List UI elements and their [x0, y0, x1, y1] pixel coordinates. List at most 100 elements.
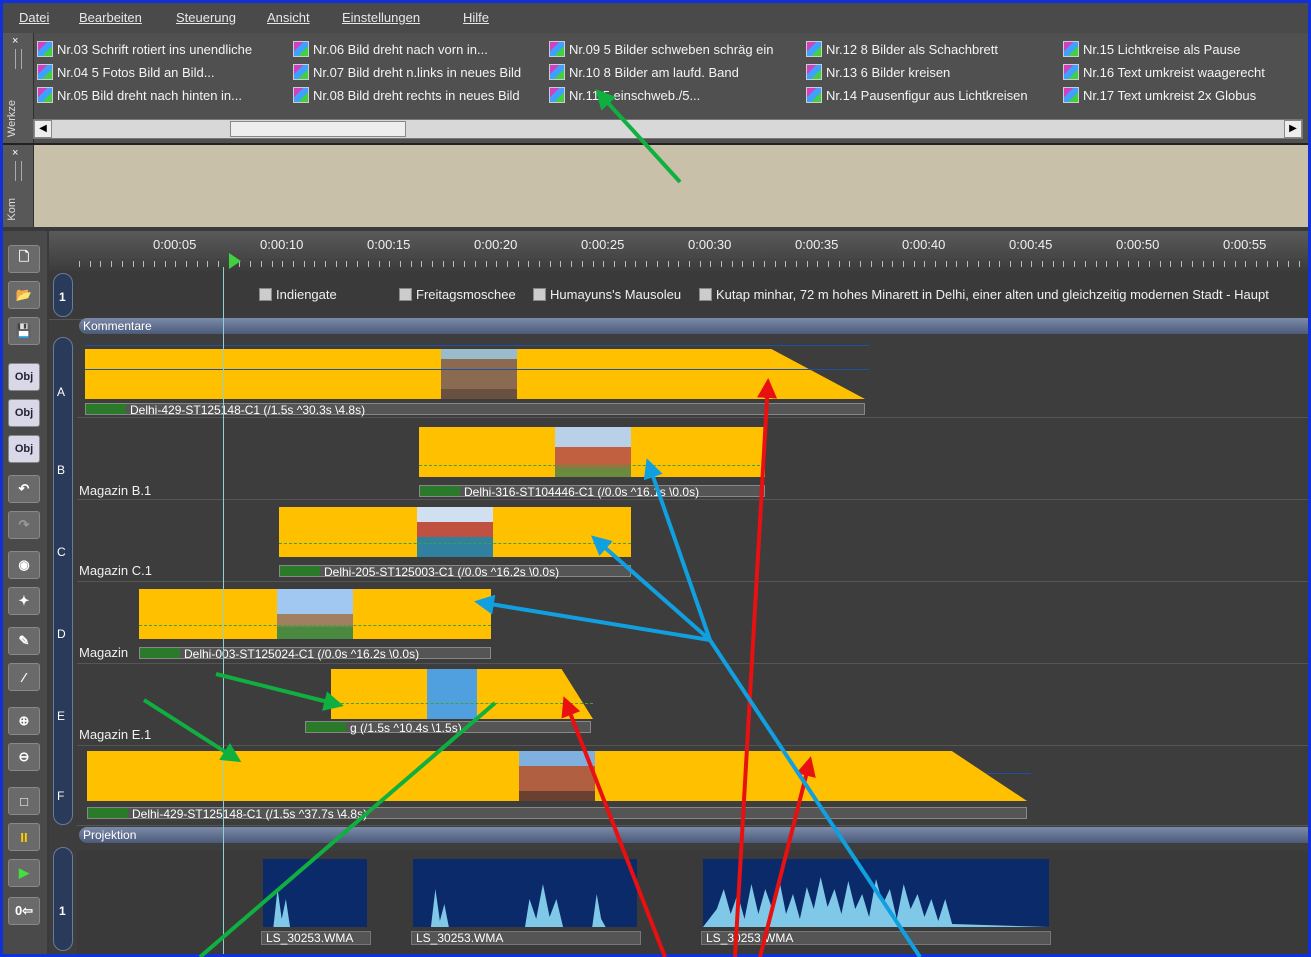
image-clip[interactable] — [139, 589, 491, 639]
clip-thumbnail — [277, 589, 353, 639]
app-window: Datei Bearbeiten Steuerung Ansicht Einst… — [0, 0, 1311, 957]
effect-icon — [806, 87, 822, 103]
object-add-button[interactable]: Obj — [8, 363, 40, 391]
comment-item[interactable]: Kutap minhar, 72 m hohes Minarett in Del… — [699, 287, 1269, 302]
zoom-out-icon[interactable]: ⊖ — [8, 743, 40, 771]
effect-item[interactable]: Nr.07 Bild dreht n.links in neues Bild — [293, 62, 521, 82]
ruler-tick — [849, 261, 850, 267]
menu-bearbeiten[interactable]: Bearbeiten — [79, 10, 142, 25]
new-file-icon[interactable]: 🗋 — [8, 245, 40, 273]
effect-icon — [1063, 87, 1079, 103]
ruler-tick — [486, 261, 487, 267]
ruler-tick — [411, 261, 412, 267]
audio-clip-name[interactable]: LS_30253.WMA — [261, 931, 371, 945]
frame-icon[interactable]: □ — [8, 787, 40, 815]
audio-waveform[interactable] — [413, 859, 637, 927]
menu-ansicht[interactable]: Ansicht — [267, 10, 310, 25]
drag-handle[interactable] — [15, 49, 22, 69]
comment-item[interactable]: Indiengate — [259, 287, 337, 302]
effect-item[interactable]: Nr.16 Text umkreist waagerecht — [1063, 62, 1265, 82]
effect-item[interactable]: Nr.11 5 einschweb./5... — [549, 85, 700, 105]
ruler-tick — [325, 261, 326, 267]
effects-panel: × Werkze Nr.03 Schrift rotiert ins unend… — [3, 33, 1308, 145]
clip-name-bar[interactable]: Delhi-429-ST125148-C1 (/1.5s ^30.3s \4.8… — [85, 403, 865, 416]
open-folder-icon[interactable]: 📂 — [8, 281, 40, 309]
clip-name-bar[interactable]: Delhi-429-ST125148-C1 (/1.5s ^37.7s \4.8… — [87, 807, 1027, 820]
comment-icon — [399, 288, 412, 301]
image-clip[interactable] — [331, 669, 593, 719]
comment-item[interactable]: Freitagsmoschee — [399, 287, 516, 302]
menu-datei[interactable]: Datei — [19, 10, 49, 25]
clip-name-bar[interactable]: Delhi-003-ST125024-C1 (/0.0s ^16.2s \0.0… — [139, 647, 491, 660]
image-effect-icon[interactable]: ✦ — [8, 587, 40, 615]
clip-name-bar[interactable]: Delhi-316-ST104446-C1 (/0.0s ^16.1s \0.0… — [419, 485, 765, 498]
effect-item[interactable]: Nr.04 5 Fotos Bild an Bild... — [37, 62, 215, 82]
menu-hilfe[interactable]: Hilfe — [463, 10, 489, 25]
effect-item[interactable]: Nr.10 8 Bilder am laufd. Band — [549, 62, 739, 82]
drag-handle[interactable] — [15, 161, 22, 181]
ruler-tick — [839, 261, 840, 267]
effect-item[interactable]: Nr.09 5 Bilder schweben schräg ein — [549, 39, 774, 59]
clip-name-bar[interactable]: g (/1.5s ^10.4s \1.5s) — [305, 721, 591, 734]
effect-item[interactable]: Nr.13 6 Bilder kreisen — [806, 62, 950, 82]
audio-clip-name[interactable]: LS_30253.WMA — [411, 931, 641, 945]
undo-icon[interactable]: ↶ — [8, 475, 40, 503]
image-clip[interactable] — [87, 751, 1027, 801]
brush-icon[interactable]: ✎ — [8, 627, 40, 655]
effect-item[interactable]: Nr.14 Pausenfigur aus Lichtkreisen — [806, 85, 1028, 105]
pause-button[interactable]: II — [8, 823, 40, 851]
save-disk-icon[interactable]: 💾 — [8, 317, 40, 345]
play-icon[interactable]: ▶ — [8, 859, 40, 887]
effect-item[interactable]: Nr.06 Bild dreht nach vorn in... — [293, 39, 488, 59]
image-clip[interactable] — [85, 349, 865, 399]
ruler-tick — [1042, 261, 1043, 267]
scroll-right-icon[interactable]: ▶ — [1284, 120, 1302, 138]
menu-steuerung[interactable]: Steuerung — [176, 10, 236, 25]
audio-waveform[interactable] — [703, 859, 1049, 927]
ruler-tick — [764, 261, 765, 267]
eyedropper-icon[interactable]: ⁄ — [8, 663, 40, 691]
object-remove-button[interactable]: Obj — [8, 435, 40, 463]
ruler-tick — [346, 261, 347, 267]
ruler-tick — [1245, 261, 1246, 267]
zoom-in-icon[interactable]: ⊕ — [8, 707, 40, 735]
scroll-thumb[interactable] — [230, 121, 406, 137]
ruler-tick — [186, 261, 187, 267]
effect-icon[interactable]: ◉ — [8, 551, 40, 579]
close-icon[interactable]: × — [12, 35, 18, 47]
effects-scrollbar[interactable]: ◀ ▶ — [33, 119, 1303, 139]
ruler-tick — [507, 261, 508, 267]
ruler-tick — [1181, 261, 1182, 267]
image-clip[interactable] — [279, 507, 631, 557]
effect-item[interactable]: Nr.12 8 Bilder als Schachbrett — [806, 39, 998, 59]
ruler-tick — [496, 261, 497, 267]
ruler-tick — [379, 261, 380, 267]
audio-waveform[interactable] — [263, 859, 367, 927]
effect-item[interactable]: Nr.15 Lichtkreise als Pause — [1063, 39, 1241, 59]
redo-icon[interactable]: ↷ — [8, 511, 40, 539]
effect-item[interactable]: Nr.17 Text umkreist 2x Globus — [1063, 85, 1256, 105]
vertical-toolbar: 🗋 📂 💾 Obj Obj Obj ↶ ↷ ◉ ✦ ✎ ⁄ ⊕ ⊖ □ II ▶… — [3, 231, 47, 954]
track-a: A Delhi-429-ST125148-C1 (/1.5s ^30.3s \4… — [57, 335, 1308, 418]
effect-item[interactable]: Nr.08 Bild dreht rechts in neues Bild — [293, 85, 520, 105]
effect-item[interactable]: Nr.03 Schrift rotiert ins unendliche — [37, 39, 252, 59]
section-projektion: Projektion — [79, 827, 1308, 843]
image-clip[interactable] — [419, 427, 765, 477]
zero-time-button[interactable]: 0⇦ — [8, 897, 40, 925]
audio-clip-name[interactable]: LS_30253.WMA — [701, 931, 1051, 945]
playhead-icon[interactable] — [229, 253, 241, 269]
ruler-tick — [464, 261, 465, 267]
ruler-tick — [122, 261, 123, 267]
clip-name-bar[interactable]: Delhi-205-ST125003-C1 (/0.0s ^16.2s \0.0… — [279, 565, 631, 578]
scroll-left-icon[interactable]: ◀ — [34, 120, 52, 138]
effect-item[interactable]: Nr.05 Bild dreht nach hinten in... — [37, 85, 242, 105]
close-icon[interactable]: × — [12, 147, 18, 159]
ruler-tick — [700, 261, 701, 267]
menu-einstellungen[interactable]: Einstellungen — [342, 10, 420, 25]
comment-item[interactable]: Humayuns's Mausoleu — [533, 287, 681, 302]
object-properties-button[interactable]: Obj — [8, 399, 40, 427]
effect-icon — [549, 87, 565, 103]
time-cursor-line — [223, 267, 224, 954]
ruler-tick — [817, 261, 818, 267]
comment-icon — [699, 288, 712, 301]
